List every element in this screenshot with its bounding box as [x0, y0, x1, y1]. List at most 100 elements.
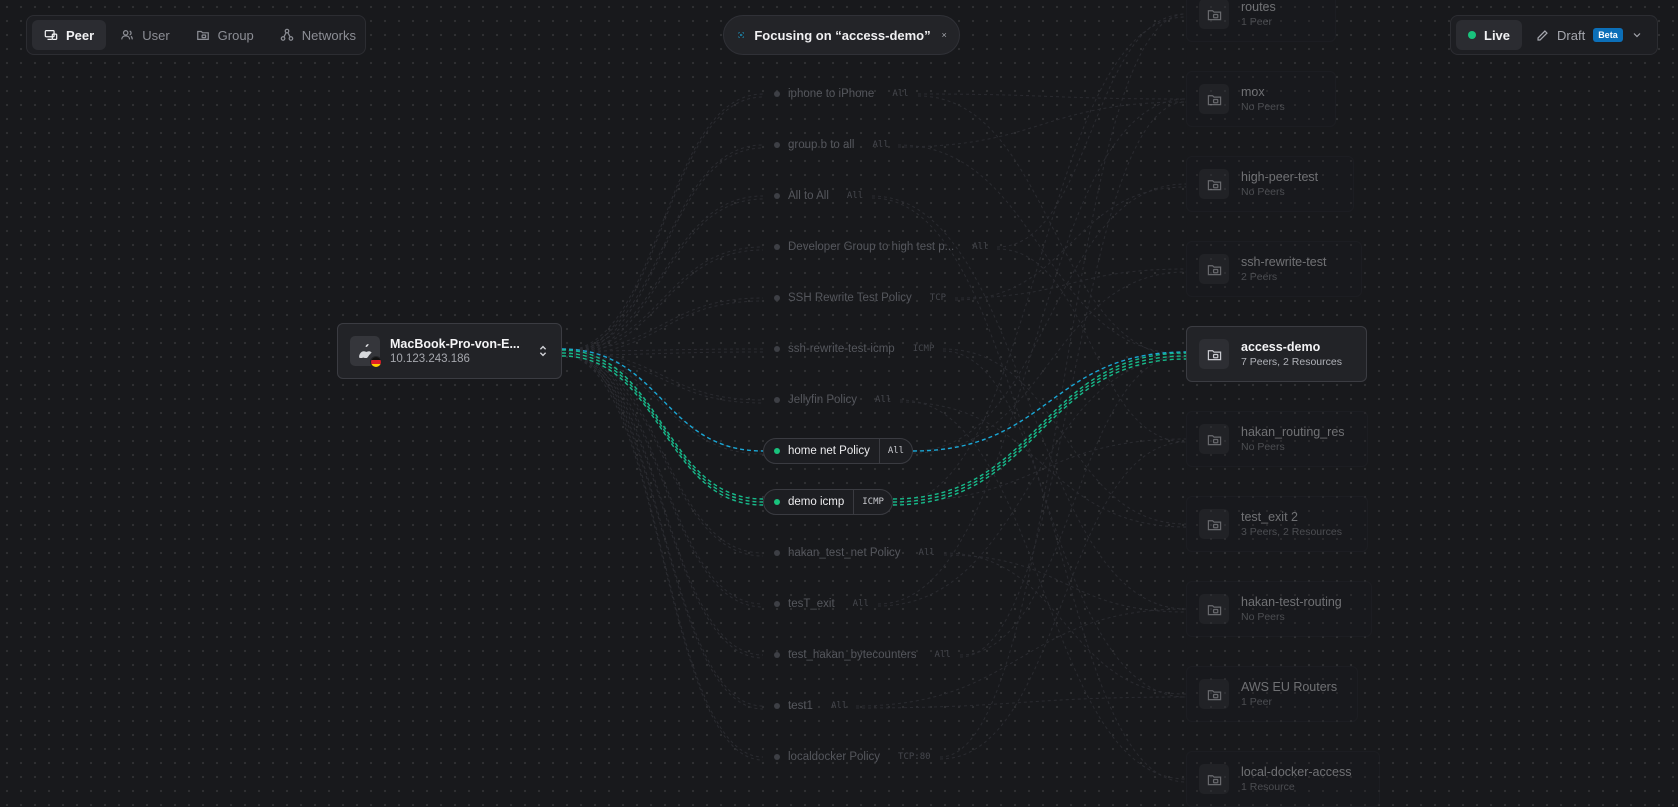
networks-icon	[280, 28, 294, 41]
group-summary: 1 Peer	[1241, 696, 1272, 708]
policy-protocol-tag: All	[934, 650, 951, 660]
group-node-2[interactable]: high-peer-test No Peers	[1186, 156, 1354, 212]
policy-name: test1	[788, 700, 813, 712]
policy-name: demo icmp	[788, 496, 845, 508]
group-icon	[196, 30, 209, 40]
policy-2[interactable]: All to All All	[763, 183, 872, 209]
chevron-down-icon[interactable]	[1631, 29, 1643, 41]
live-button[interactable]: Live	[1456, 20, 1523, 50]
close-icon[interactable]	[941, 28, 947, 42]
group-node-7[interactable]: hakan-test-routing No Peers	[1186, 581, 1372, 637]
policy-12[interactable]: test1 All	[763, 693, 856, 719]
group-name: high-peer-test	[1241, 170, 1319, 184]
policy-1[interactable]: group b to all All	[763, 132, 898, 158]
group-summary: No Peers	[1241, 186, 1285, 198]
tab-user[interactable]: User	[108, 20, 181, 50]
active-edge-out	[892, 352, 1187, 500]
group-folder-icon	[1199, 424, 1229, 454]
tab-networks[interactable]: Networks	[268, 20, 368, 50]
policy-13[interactable]: localdocker Policy TCP:80	[763, 744, 940, 770]
policy-protocol-tag: All	[846, 191, 864, 201]
apple-icon	[358, 344, 372, 358]
group-folder-icon	[1199, 679, 1229, 709]
peer-icon	[44, 30, 58, 40]
group-summary: 1 Peer	[1241, 16, 1272, 28]
group-name: test_exit 2	[1241, 510, 1298, 524]
policy-name: Jellyfin Policy	[788, 394, 858, 406]
policy-protocol-tag: All	[892, 89, 909, 99]
peer-os-badge	[350, 336, 382, 368]
policy-7[interactable]: home net Policy All	[763, 438, 914, 464]
group-summary: 1 Resource	[1241, 781, 1295, 793]
group-folder-icon	[1199, 594, 1229, 624]
faint-edge	[877, 356, 1187, 607]
group-folder-icon	[1199, 764, 1229, 794]
policy-status-dot	[774, 295, 780, 301]
faint-edge	[942, 350, 1187, 783]
group-node-6[interactable]: test_exit 2 3 Peers, 2 Resources	[1186, 496, 1368, 552]
policy-status-dot	[774, 703, 780, 709]
policy-protocol-tag: All	[918, 548, 935, 558]
faint-edge	[561, 354, 764, 557]
policy-protocol-tag: TCP	[929, 293, 947, 303]
policy-status-dot	[774, 499, 780, 505]
faint-edge	[871, 197, 1187, 698]
faint-edge	[943, 552, 1187, 695]
view-switcher: Peer User Group Networks	[26, 15, 366, 55]
faint-edge	[561, 93, 764, 352]
faint-edge	[561, 246, 764, 352]
policy-status-dot	[774, 346, 780, 352]
policy-0[interactable]: iphone to iPhone All	[763, 81, 918, 107]
policy-status-dot	[774, 601, 780, 607]
active-edge-in	[561, 355, 764, 506]
group-node-9[interactable]: local-docker-access 1 Resource	[1186, 751, 1380, 807]
tab-group[interactable]: Group	[184, 20, 266, 50]
group-summary: 2 Peers	[1241, 271, 1278, 283]
policy-protocol-tag: All	[852, 599, 869, 609]
faint-edge	[561, 350, 764, 503]
focus-label: Focusing on “access-demo”	[754, 27, 931, 43]
policy-protocol-tag: TCP:80	[898, 752, 931, 762]
group-folder-icon	[1199, 84, 1229, 114]
draft-button[interactable]: Draft Beta	[1526, 20, 1649, 50]
faint-edge	[943, 554, 1187, 613]
policy-10[interactable]: tesT_exit All	[763, 591, 878, 617]
policy-6[interactable]: Jellyfin Policy All	[763, 387, 900, 413]
group-node-4[interactable]: access-demo 7 Peers, 2 Resources	[1186, 326, 1367, 382]
policy-11[interactable]: test_hakan_bytecounters All	[763, 642, 960, 668]
chevron-up-down-icon[interactable]	[537, 344, 549, 358]
user-icon	[121, 30, 134, 40]
focus-indicator: Focusing on “access-demo”	[723, 15, 960, 55]
peer-ip: 10.123.243.186	[390, 353, 470, 365]
policy-4[interactable]: SSH Rewrite Test Policy TCP	[763, 285, 955, 311]
policy-3[interactable]: Developer Group to high test p... All	[763, 234, 997, 260]
policy-5[interactable]: ssh-rewrite-test-icmp ICMP	[763, 336, 943, 362]
group-summary: 7 Peers, 2 Resources	[1241, 356, 1342, 368]
policy-8[interactable]: demo icmp ICMP	[763, 489, 893, 515]
mode-switcher: Live Draft Beta	[1450, 15, 1658, 55]
tab-peer-label: Peer	[66, 27, 95, 43]
policy-protocol-tag: All	[830, 701, 848, 711]
policy-name: Developer Group to high test p...	[788, 241, 955, 253]
peer-node[interactable]: MacBook-Pro-von-E... 10.123.243.186	[337, 323, 562, 379]
policy-protocol-tag: All	[972, 242, 989, 252]
tab-peer[interactable]: Peer	[32, 20, 107, 50]
group-summary: 3 Peers, 2 Resources	[1241, 526, 1342, 538]
group-name: hakan-test-routing	[1241, 595, 1342, 609]
group-folder-icon	[1199, 339, 1229, 369]
policy-name: ssh-rewrite-test-icmp	[788, 343, 895, 355]
policy-name: iphone to iPhone	[788, 88, 875, 100]
group-node-0[interactable]: routes 1 Peer	[1186, 0, 1336, 42]
group-node-3[interactable]: ssh-rewrite-test 2 Peers	[1186, 241, 1362, 297]
group-node-1[interactable]: mox No Peers	[1186, 71, 1336, 127]
faint-edge	[561, 96, 764, 356]
policy-9[interactable]: hakan_test_net Policy All	[763, 540, 944, 566]
group-node-8[interactable]: AWS EU Routers 1 Peer	[1186, 666, 1358, 722]
faint-edge	[561, 350, 764, 605]
group-node-5[interactable]: hakan_routing_res No Peers	[1186, 411, 1368, 467]
policy-protocol-tag: All	[875, 395, 892, 405]
policy-status-dot	[774, 91, 780, 97]
draft-label: Draft	[1557, 27, 1586, 43]
faint-edge	[561, 297, 764, 352]
faint-edge	[561, 144, 764, 352]
